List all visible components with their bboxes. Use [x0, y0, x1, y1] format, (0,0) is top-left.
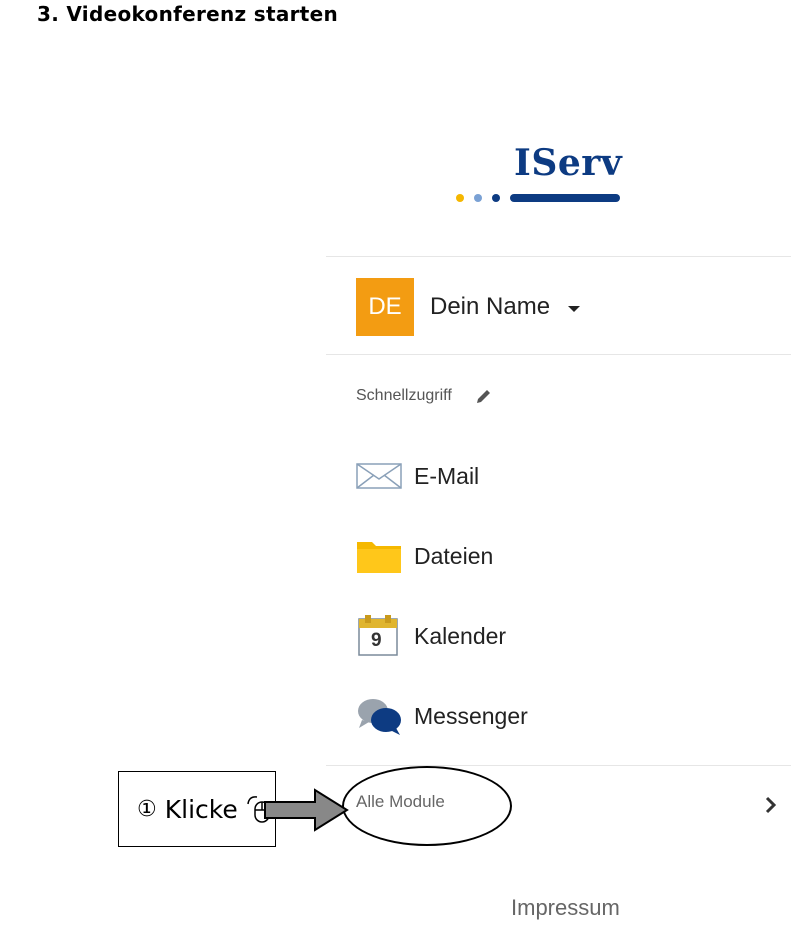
avatar: DE — [356, 278, 414, 336]
logo-dot-blue — [492, 194, 500, 202]
logo-bar — [510, 194, 620, 202]
nav-label-calendar: Kalender — [414, 622, 507, 649]
arrow-right-icon — [264, 788, 349, 832]
quick-access-header: Schnellzugriff — [356, 386, 494, 406]
nav-label-email: E-Mail — [414, 462, 480, 489]
caret-down-icon — [568, 306, 581, 312]
envelope-icon — [356, 456, 404, 496]
instruction-callout: ① Klicke — [118, 771, 276, 847]
chat-bubbles-icon — [356, 696, 404, 736]
calendar-icon: 9 — [356, 615, 404, 656]
page-heading: 3. Videokonferenz starten — [37, 2, 339, 26]
nav-label-files: Dateien — [414, 542, 494, 569]
pencil-icon[interactable] — [474, 386, 494, 406]
chevron-right-icon[interactable] — [765, 796, 777, 814]
iserv-logo[interactable]: IServ — [452, 142, 622, 212]
logo-text: IServ — [514, 142, 623, 184]
folder-icon — [356, 536, 404, 576]
nav-item-calendar[interactable]: 9 Kalender — [356, 615, 507, 656]
highlight-ellipse — [342, 766, 512, 846]
divider-top — [326, 256, 791, 257]
callout-text: Klicke — [164, 794, 238, 824]
nav-label-messenger: Messenger — [414, 702, 528, 729]
user-menu[interactable]: DE Dein Name — [356, 278, 581, 336]
user-name: Dein Name — [430, 293, 551, 320]
quick-access-label: Schnellzugriff — [356, 387, 452, 404]
calendar-day: 9 — [371, 630, 382, 651]
step-number: ① — [137, 796, 157, 822]
impressum-link[interactable]: Impressum — [511, 895, 620, 921]
logo-dot-yellow — [456, 194, 464, 202]
nav-item-email[interactable]: E-Mail — [356, 456, 479, 496]
divider-user — [326, 354, 791, 355]
logo-dot-lightblue — [474, 194, 482, 202]
nav-item-messenger[interactable]: Messenger — [356, 696, 528, 736]
nav-item-files[interactable]: Dateien — [356, 536, 493, 576]
divider-modules — [326, 765, 791, 766]
